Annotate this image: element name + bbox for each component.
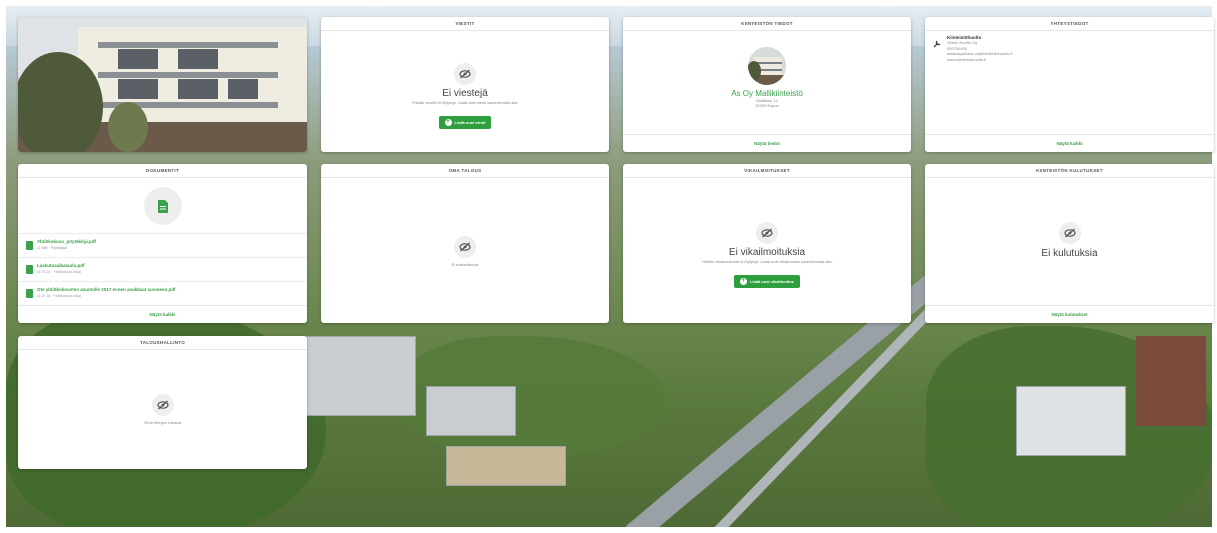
eye-off-icon — [454, 63, 476, 85]
contact-website[interactable]: www.kiinteistohuolto.fi — [947, 57, 1012, 63]
defects-empty-title: Ei vikailmoituksia — [728, 247, 806, 258]
contacts-card-title: YHTEYSTIEDOT — [925, 17, 1214, 31]
own-finances-empty-text: Ei maksutietoja — [451, 262, 479, 267]
defects-empty-text: Yhtään vikailmoitusta ei löytynyt. Lisää… — [701, 259, 833, 264]
show-property-details-link[interactable]: Näytä tiedot — [623, 134, 911, 152]
eye-off-icon — [756, 222, 778, 244]
messages-empty-text: Yhtään viestiä ei löytynyt. Lisää uusi v… — [411, 100, 519, 105]
property-photo — [18, 17, 307, 152]
property-card-title: KIINTEISTÖN TIEDOT — [623, 17, 911, 31]
accounting-card: TALOUSHALLINTO Virhe tietojen haussa — [18, 336, 307, 469]
show-all-contacts-link[interactable]: Näytä kaikki — [925, 134, 1214, 152]
property-avatar — [748, 47, 786, 85]
accounting-card-title: TALOUSHALLINTO — [18, 336, 307, 350]
eye-off-icon — [454, 236, 476, 258]
property-info-card: KIINTEISTÖN TIEDOT As Oy Mallikiinteistö… — [623, 17, 911, 152]
own-finances-card: OMA TALOUS Ei maksutietoja — [321, 164, 609, 323]
pdf-file-icon — [26, 289, 33, 298]
property-city: 02200 Espoo — [755, 103, 779, 108]
plus-icon: + — [444, 119, 452, 126]
add-defect-report-button[interactable]: + Lisää uusi vikailmoitus — [734, 275, 800, 288]
consumption-empty-title: Ei kulutuksia — [1041, 248, 1098, 259]
document-row[interactable]: Laskutusaikataulu.pdf 11.03.24 · Yhtiökok… — [18, 258, 307, 282]
defect-reports-card-title: VIKAILMOITUKSET — [623, 164, 911, 178]
eye-off-icon — [1058, 222, 1081, 244]
documents-card-title: DOKUMENTIT — [18, 164, 307, 178]
messages-empty-title: Ei viestejä — [442, 88, 488, 99]
contacts-card: YHTEYSTIEDOT Kiinteistöhuolto Olavin Huo… — [925, 17, 1214, 152]
messages-card: VIESTIT Ei viestejä Yhtään viestiä ei lö… — [321, 17, 609, 152]
document-row[interactable]: Ote yhtiökokousten asuntolle 2017 ennen … — [18, 282, 307, 306]
show-consumption-link[interactable]: Näytä kulutukset — [925, 305, 1214, 323]
consumption-card-title: KIINTEISTÖN KULUTUKSET — [925, 164, 1214, 178]
pdf-file-icon — [26, 265, 33, 274]
messages-card-title: VIESTIT — [321, 17, 609, 31]
wrench-icon — [933, 35, 941, 48]
contact-email[interactable]: asiakaspalvelu.on@kiinteistohuolto.fi — [947, 51, 1012, 57]
document-row[interactable]: Yhtiökokous_pöytäkirja.pdf 11 Mär · Pöytä… — [18, 234, 307, 258]
own-finances-card-title: OMA TALOUS — [321, 164, 609, 178]
show-all-documents-link[interactable]: Näytä kaikki — [18, 305, 307, 323]
add-message-button[interactable]: + Lisää uusi viesti — [438, 116, 492, 129]
defect-reports-card: VIKAILMOITUKSET Ei vikailmoituksia Yhtää… — [623, 164, 911, 323]
eye-off-icon — [151, 394, 174, 416]
property-name[interactable]: As Oy Mallikiinteistö — [623, 89, 911, 98]
plus-icon: + — [740, 278, 748, 285]
pdf-file-icon — [26, 241, 33, 250]
documents-card: DOKUMENTIT Yhtiökokous_pöytäkirja.pdf 11 … — [18, 164, 307, 323]
accounting-empty-text: Virhe tietojen haussa — [143, 420, 182, 425]
document-large-icon — [143, 187, 182, 225]
consumption-card: KIINTEISTÖN KULUTUKSET Ei kulutuksia Näy… — [925, 164, 1214, 323]
